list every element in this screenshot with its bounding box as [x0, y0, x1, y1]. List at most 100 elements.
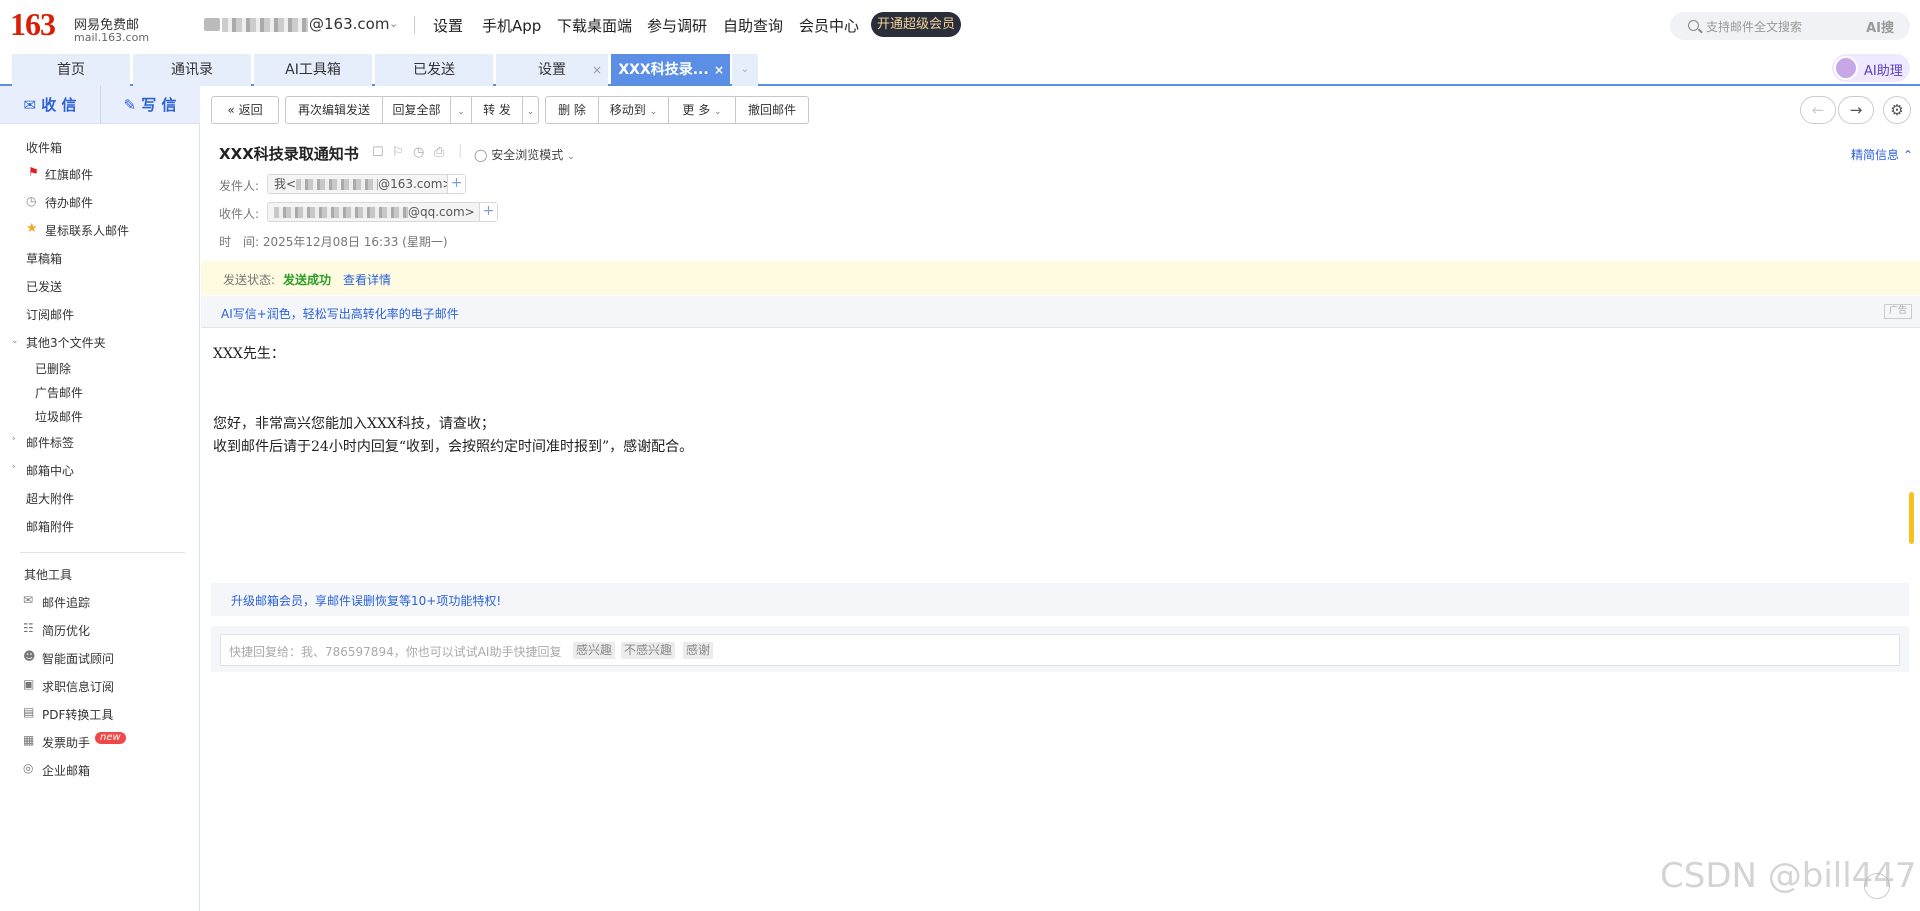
reply-dropdown[interactable]: ⌄	[450, 96, 472, 124]
vip-button[interactable]: 开通超级会员	[871, 12, 961, 37]
ai-search-button[interactable]: AI搜	[1866, 17, 1894, 36]
sidebar-item-spam[interactable]: 垃圾邮件	[35, 408, 83, 425]
sidebar-item-ads[interactable]: 广告邮件	[35, 384, 83, 401]
reedit-send-button[interactable]: 再次编辑发送	[285, 96, 383, 124]
scroll-indicator[interactable]	[1909, 492, 1914, 544]
tab-ai-toolbox[interactable]: AI工具箱	[254, 54, 372, 86]
move-to-button[interactable]: 移动到 ⌄	[598, 96, 669, 124]
add-contact-plus-icon[interactable]: +	[479, 203, 497, 221]
redacted-text	[274, 207, 408, 218]
mail-subject: XXX科技录取通知书	[219, 145, 359, 163]
tool-interview[interactable]: 智能面试顾问	[42, 650, 114, 667]
nav-survey[interactable]: 参与调研	[647, 15, 707, 36]
account-email[interactable]: @163.com	[309, 15, 389, 33]
flag-icon[interactable]: ⚐	[392, 145, 404, 160]
ad-banner: AI写信+润色，轻松写出高转化率的电子邮件 广告	[201, 296, 1920, 328]
tool-resume[interactable]: 简历优化	[42, 622, 90, 639]
forward-button[interactable]: 转 发	[471, 96, 523, 124]
status-value: 发送成功	[283, 273, 332, 287]
account-icon[interactable]	[204, 18, 220, 31]
ad-link[interactable]: AI写信+润色，轻松写出高转化率的电子邮件	[221, 305, 459, 322]
forward-dropdown[interactable]: ⌄	[522, 96, 539, 124]
sidebar-item-mail-center[interactable]: 邮箱中心	[26, 462, 74, 479]
tab-contacts[interactable]: 通讯录	[133, 54, 251, 86]
recall-button[interactable]: 撤回邮件	[735, 96, 809, 124]
sidebar-item-big-attachments[interactable]: 超大附件	[26, 490, 74, 507]
tool-mail-track[interactable]: 邮件追踪	[42, 594, 90, 611]
sidebar-item-tags[interactable]: 邮件标签	[26, 434, 74, 451]
search-input[interactable]: 支持邮件全文搜索 AI搜	[1670, 12, 1910, 40]
nav-desktop-download[interactable]: 下载桌面端	[557, 15, 632, 36]
sidebar-item-subscriptions[interactable]: 订阅邮件	[26, 306, 74, 323]
nav-settings[interactable]: 设置	[433, 15, 463, 36]
chevron-down-icon[interactable]: ⌄	[732, 54, 758, 86]
clock-icon[interactable]: ◷	[413, 145, 424, 160]
sidebar-item-drafts[interactable]: 草稿箱	[26, 250, 62, 267]
prev-mail-arrow-icon[interactable]: ←	[1800, 96, 1836, 124]
logo-number[interactable]: 163	[10, 6, 56, 43]
close-icon[interactable]: ×	[592, 54, 602, 86]
tab-current-mail[interactable]: XXX科技录... ×	[611, 54, 730, 86]
sidebar-item-flagged[interactable]: 红旗邮件	[45, 166, 93, 183]
receive-button[interactable]: ✉ 收 信	[0, 86, 100, 124]
chevron-down-icon[interactable]: ⌄	[11, 336, 19, 346]
sidebar-item-other-folders[interactable]: 其他3个文件夹	[26, 334, 106, 351]
chevron-down-icon: ⌄	[567, 152, 575, 162]
print-icon[interactable]: ⎙	[434, 145, 444, 160]
nav-self-service[interactable]: 自助查询	[723, 15, 783, 36]
sidebar-item-inbox[interactable]: 收件箱	[26, 139, 62, 156]
sender-chip[interactable]: 我< @163.com> +	[267, 174, 466, 194]
chevron-down-icon[interactable]: ⌄	[389, 17, 398, 30]
sidebar-actions: ✉ 收 信 ✎ 写 信	[0, 86, 200, 124]
chevron-down-icon: ⌄	[649, 107, 658, 117]
safe-browse-mode[interactable]: ◯ 安全浏览模式 ⌄	[474, 146, 575, 163]
brief-info-toggle[interactable]: 精简信息 ⌃	[1851, 146, 1913, 163]
account-name-redacted	[222, 18, 308, 32]
sender-name: 我<	[274, 177, 297, 191]
mail-body-line: 收到邮件后请于24小时内回复“收到，会按照约定时间准时报到”，感谢配合。	[213, 439, 694, 455]
vip-promo-link[interactable]: 升级邮箱会员，享邮件误删恢复等10+项功能特权!	[231, 592, 501, 609]
sidebar-item-sent[interactable]: 已发送	[26, 278, 62, 295]
view-details-link[interactable]: 查看详情	[343, 271, 391, 288]
tool-invoice[interactable]: 发票助手	[42, 734, 90, 751]
quick-reply-chip[interactable]: 感谢	[683, 642, 714, 659]
tab-settings[interactable]: 设置 ×	[496, 54, 608, 86]
ad-tag: 广告	[1884, 304, 1912, 319]
reply-all-button[interactable]: 回复全部	[382, 96, 451, 124]
tool-jobs[interactable]: 求职信息订阅	[42, 678, 114, 695]
quick-reply-input[interactable]: 快捷回复给：我、786597894，你也可以试试AI助手快捷回复 感兴趣 不感兴…	[220, 634, 1900, 666]
tab-home[interactable]: 首页	[12, 54, 130, 86]
delete-button[interactable]: 删 除	[545, 96, 599, 124]
to-label: 收件人:	[219, 207, 260, 221]
tool-enterprise[interactable]: 企业邮箱	[42, 762, 90, 779]
compose-button[interactable]: ✎ 写 信	[100, 86, 200, 124]
sidebar-item-deleted[interactable]: 已删除	[35, 360, 71, 377]
chevron-right-icon[interactable]: ›	[12, 434, 16, 444]
time-value: 2025年12月08日 16:33 (星期一)	[262, 235, 448, 249]
recipient-chip[interactable]: @qq.com> +	[267, 202, 498, 222]
next-mail-arrow-icon[interactable]: →	[1838, 96, 1874, 124]
nav-mobile-app[interactable]: 手机App	[482, 15, 541, 36]
time-label: 时 间:	[219, 235, 260, 249]
ai-assistant-button[interactable]: AI助理	[1832, 54, 1910, 82]
quick-reply-chip[interactable]: 感兴趣	[573, 642, 616, 659]
watermark: CSDN @bill447	[1660, 856, 1917, 896]
sidebar-item-todo[interactable]: 待办邮件	[45, 194, 93, 211]
nav-member-center[interactable]: 会员中心	[799, 15, 859, 36]
star-icon: ★	[26, 221, 38, 236]
tab-sent[interactable]: 已发送	[375, 54, 493, 86]
close-icon[interactable]: ×	[714, 54, 724, 86]
gear-icon[interactable]: ⚙	[1883, 96, 1911, 124]
sidebar-item-attachments[interactable]: 邮箱附件	[26, 518, 74, 535]
chevron-right-icon[interactable]: ›	[12, 462, 16, 472]
new-badge: new	[95, 732, 126, 744]
quick-reply-chip[interactable]: 不感兴趣	[621, 642, 676, 659]
add-contact-plus-icon[interactable]: +	[447, 175, 465, 193]
back-button[interactable]: « 返回	[211, 96, 279, 124]
more-button[interactable]: 更 多 ⌄	[668, 96, 736, 124]
tool-pdf[interactable]: PDF转换工具	[42, 706, 113, 723]
bookmark-icon[interactable]: ☐	[372, 145, 384, 160]
sidebar-item-starred[interactable]: 星标联系人邮件	[45, 222, 129, 239]
avatar	[1834, 56, 1858, 80]
double-chevron-left-icon: «	[227, 103, 239, 117]
